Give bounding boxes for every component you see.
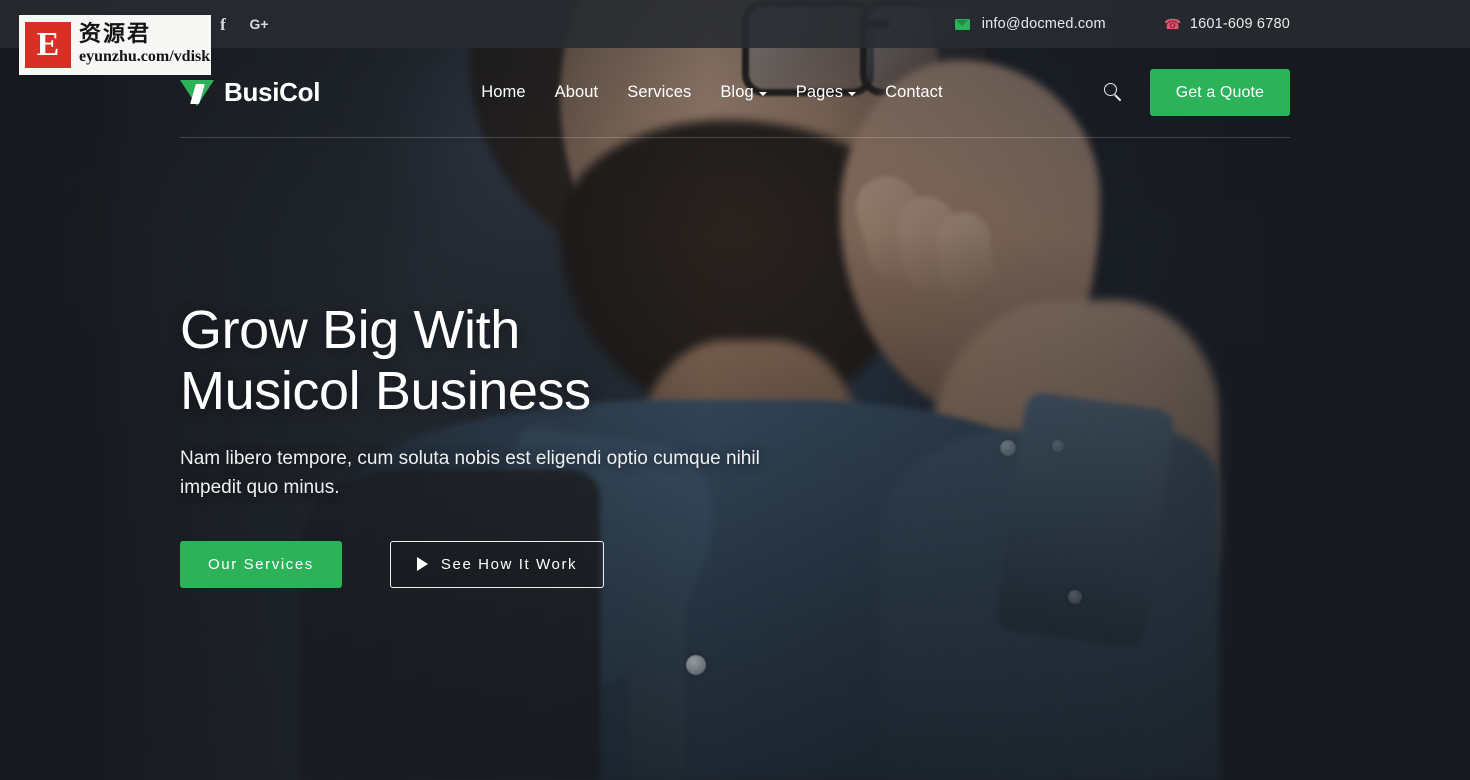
- phone-text: 1601-609 6780: [1189, 16, 1290, 32]
- mail-icon: [954, 18, 970, 30]
- chevron-down-icon: [848, 92, 857, 96]
- hero-action-buttons: Our Services See How It Work: [180, 540, 880, 588]
- watermark-letter: E: [36, 26, 60, 63]
- hero-subtitle-line-1: Nam libero tempore, cum soluta nobis est…: [180, 448, 648, 470]
- email-text: info@docmed.com: [981, 16, 1106, 32]
- nav-item-pages[interactable]: Pages: [795, 83, 857, 102]
- main-navigation: Home About Services Blog Pages Contact: [481, 83, 942, 102]
- hero-section: Grow Big With Musicol Business Nam liber…: [180, 300, 880, 588]
- logo[interactable]: BusiCol: [180, 76, 320, 110]
- logo-mark-icon: [180, 76, 214, 110]
- logo-text: BusiCol: [224, 77, 321, 107]
- nav-item-pages-label: Pages: [795, 83, 844, 101]
- play-icon: [416, 557, 428, 572]
- see-how-it-work-button[interactable]: See How It Work: [389, 540, 605, 588]
- contact-phone[interactable]: ☎ 1601-609 6780: [1164, 16, 1290, 32]
- search-icon[interactable]: [1103, 82, 1124, 103]
- nav-item-blog[interactable]: Blog: [720, 83, 767, 102]
- top-bar: • f G+ info@docmed.com ☎ 1601-609 6780: [0, 0, 1470, 48]
- watermark-overlay: E 资源君 eyunzhu.com/vdisk: [19, 15, 211, 75]
- nav-item-home[interactable]: Home: [481, 83, 525, 102]
- phone-icon: ☎: [1163, 16, 1182, 32]
- google-plus-icon[interactable]: G+: [248, 15, 270, 33]
- page-title: Grow Big With Musicol Business: [180, 300, 880, 422]
- nav-item-about[interactable]: About: [555, 83, 599, 102]
- nav-item-blog-label: Blog: [720, 83, 754, 101]
- contact-email[interactable]: info@docmed.com: [954, 16, 1106, 32]
- contact-group: info@docmed.com ☎ 1601-609 6780: [954, 16, 1290, 32]
- nav-item-services[interactable]: Services: [627, 83, 691, 102]
- nav-item-contact[interactable]: Contact: [885, 83, 943, 102]
- watermark-logo-icon: E: [25, 22, 71, 68]
- header-actions: Get a Quote: [1103, 69, 1290, 116]
- hero-title-line-2: Musicol Business: [180, 361, 591, 422]
- chevron-down-icon: [758, 92, 767, 96]
- watermark-chinese-text: 资源君: [79, 22, 152, 48]
- site-header: BusiCol Home About Services Blog Pages C…: [0, 48, 1470, 137]
- header-divider: [180, 137, 1290, 138]
- hero-title-line-1: Grow Big With: [180, 300, 520, 360]
- get-a-quote-button[interactable]: Get a Quote: [1149, 69, 1290, 116]
- see-how-it-work-label: See How It Work: [440, 555, 578, 573]
- watermark-url: eyunzhu.com/vdisk: [79, 48, 211, 66]
- our-services-button[interactable]: Our Services: [180, 540, 342, 588]
- facebook-icon[interactable]: f: [214, 15, 232, 33]
- hero-subtitle: Nam libero tempore, cum soluta nobis est…: [180, 444, 760, 503]
